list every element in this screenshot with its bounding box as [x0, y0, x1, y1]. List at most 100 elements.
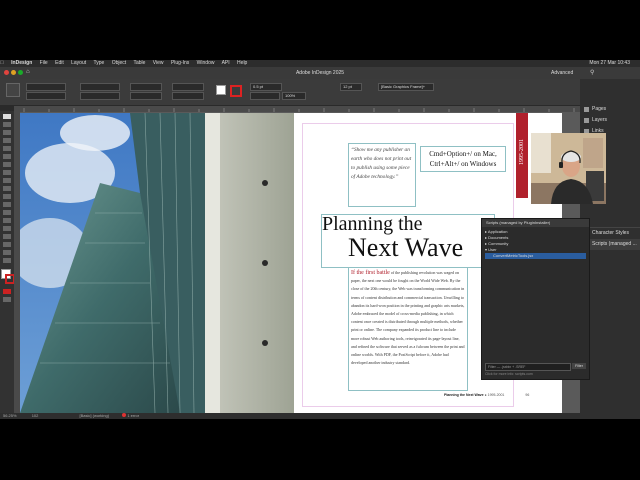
menu-item-edit[interactable]: Edit [55, 60, 64, 66]
style-indicator: [Basic] (working) [79, 413, 110, 418]
preflight-error-icon[interactable] [122, 413, 127, 417]
rectangle-frame-tool-icon[interactable] [3, 186, 11, 191]
fill-stroke-proxy[interactable] [1, 269, 15, 284]
pen-tool-icon[interactable] [3, 170, 11, 175]
line-tool-icon[interactable] [3, 162, 11, 167]
zoom-level[interactable]: 56.25% [3, 413, 17, 418]
tools-panel [0, 111, 15, 419]
footer-title: Planning the Next Wave [444, 393, 484, 397]
menu-item-type[interactable]: Type [93, 60, 104, 66]
presenter-video [531, 133, 606, 204]
frame-style-select[interactable]: [Basic Graphics Frame]+ [378, 83, 434, 91]
page-number-field[interactable]: 102 [32, 413, 39, 418]
preflight-errors[interactable]: 1 error [127, 413, 139, 418]
body-text-frame[interactable]: If the first battle of the publishing re… [348, 267, 468, 391]
gradient-swatch-tool-icon[interactable] [3, 218, 11, 223]
app-title: Adobe InDesign 2025 [295, 70, 345, 76]
pull-quote-frame[interactable]: “Show me any publisher an earth who does… [348, 143, 416, 207]
footer-years: 1995-2001 [487, 393, 505, 397]
shear-field[interactable] [172, 92, 204, 100]
search-icon[interactable]: ⚲ [590, 69, 594, 76]
control-panel: 0.5 pt 100% 12 pt [Basic Graphics Frame]… [0, 79, 640, 106]
folder-label: Application [487, 229, 508, 234]
app-title-bar: ⌂ Adobe InDesign 2025 Advanced ⚲ [0, 67, 640, 79]
gradient-feather-tool-icon[interactable] [3, 226, 11, 231]
panel-character-styles-label: Character Styles [592, 230, 629, 236]
scripts-tree: ▸ Application ▸ Documents ▸ Community ▾ … [482, 227, 589, 261]
scripts-filter-button[interactable]: Filter [572, 363, 586, 369]
panel-layers[interactable]: Layers [580, 115, 640, 126]
hand-tool-icon[interactable] [3, 250, 11, 255]
menu-item-file[interactable]: File [40, 60, 48, 66]
shortcut-text: Cmd+Option+/ on Mac, Ctrl+Alt+/ on Windo… [429, 150, 497, 168]
workspace-switcher[interactable]: Advanced [551, 70, 573, 76]
scissors-tool-icon[interactable] [3, 202, 11, 207]
menu-item-indesign[interactable]: InDesign [11, 60, 32, 66]
stroke-weight-field[interactable]: 0.5 pt [250, 83, 282, 91]
fill-swatch[interactable] [216, 85, 226, 95]
menu-item-window[interactable]: Window [197, 60, 215, 66]
y-field[interactable] [26, 92, 66, 100]
page-tool-icon[interactable] [3, 130, 11, 135]
panel-pages[interactable]: Pages [580, 104, 640, 115]
script-file-label: ConvertMetricTools.jsx [493, 253, 534, 258]
footer-divider: ● [484, 393, 487, 397]
menu-bar:  InDesign File Edit Layout Type Object … [0, 60, 640, 67]
screen-mode-icon[interactable] [3, 297, 11, 302]
rotate-field[interactable] [172, 83, 204, 91]
headline-frame[interactable]: Planning the Next Wave [321, 213, 495, 268]
zoom-tool-icon[interactable] [3, 258, 11, 263]
headline-line-2: Next Wave [348, 233, 464, 262]
menu-item-plugins[interactable]: Plug-Ins [171, 60, 189, 66]
h-field[interactable] [80, 92, 120, 100]
panel-pages-label: Pages [592, 106, 607, 112]
scripts-status: Click for more info: scripts.com [485, 372, 533, 376]
body-lead-in: If the first battle [351, 270, 390, 276]
scripts-filter-field[interactable]: Filter — .jsxbin + .SREF [485, 363, 571, 371]
menubar-clock: Mon 27 Mar 10:43 [589, 60, 630, 66]
panel-layers-label: Layers [592, 117, 608, 123]
gap-tool-icon[interactable] [3, 138, 11, 143]
page-number: 96 [525, 393, 530, 397]
stroke-swatch[interactable] [230, 85, 242, 97]
menu-item-object[interactable]: Object [112, 60, 126, 66]
menu-item-api[interactable]: API [222, 60, 230, 66]
vertical-year-tab: 1995-2001 [516, 113, 528, 198]
scripts-panel: Scripts (managed by PluginInstaller) ▸ A… [481, 218, 590, 380]
scripts-file-selected[interactable]: ConvertMetricTools.jsx [485, 253, 586, 259]
vertical-year-label: 1995-2001 [519, 139, 525, 165]
eyedropper-tool-icon[interactable] [3, 242, 11, 247]
free-transform-tool-icon[interactable] [3, 210, 11, 215]
font-size-field[interactable]: 12 pt [340, 83, 362, 91]
pencil-tool-icon[interactable] [3, 178, 11, 183]
type-tool-icon[interactable] [3, 154, 11, 159]
rectangle-tool-icon[interactable] [3, 194, 11, 199]
status-bar: 56.25% 102 [Basic] (working) 1 error [0, 413, 580, 419]
content-collector-tool-icon[interactable] [3, 146, 11, 151]
scale-y-field[interactable] [130, 92, 162, 100]
menu-item-view[interactable]: View [153, 60, 164, 66]
scripts-panel-title[interactable]: Scripts (managed by PluginInstaller) [482, 219, 589, 227]
pull-quote: “Show me any publisher an earth who does… [351, 147, 412, 180]
zoom-percent-field[interactable]: 100% [282, 92, 306, 100]
stroke-type-select[interactable] [250, 92, 280, 100]
folder-label: User [488, 247, 497, 252]
scale-x-field[interactable] [130, 83, 162, 91]
apple-menu-icon[interactable]:  [0, 60, 4, 66]
menu-item-help[interactable]: Help [237, 60, 247, 66]
skyscraper-photo[interactable] [20, 113, 294, 413]
panel-scripts-label: Scripts (managed ... [592, 241, 637, 247]
note-tool-icon[interactable] [3, 234, 11, 239]
body-paragraph: If the first battle of the publishing re… [349, 268, 467, 368]
menu-item-table[interactable]: Table [133, 60, 145, 66]
reference-point-grid[interactable] [6, 83, 20, 97]
w-field[interactable] [80, 83, 120, 91]
menu-item-layout[interactable]: Layout [71, 60, 86, 66]
x-field[interactable] [26, 83, 66, 91]
shortcut-text-frame[interactable]: Cmd+Option+/ on Mac, Ctrl+Alt+/ on Windo… [420, 146, 506, 172]
apply-color-icon[interactable] [3, 289, 11, 294]
page-footer: Planning the Next Wave ● 1995-2001 96 [444, 393, 544, 397]
pages-icon [584, 107, 589, 112]
direct-selection-tool-icon[interactable] [3, 122, 11, 127]
selection-tool-icon[interactable] [3, 114, 11, 119]
